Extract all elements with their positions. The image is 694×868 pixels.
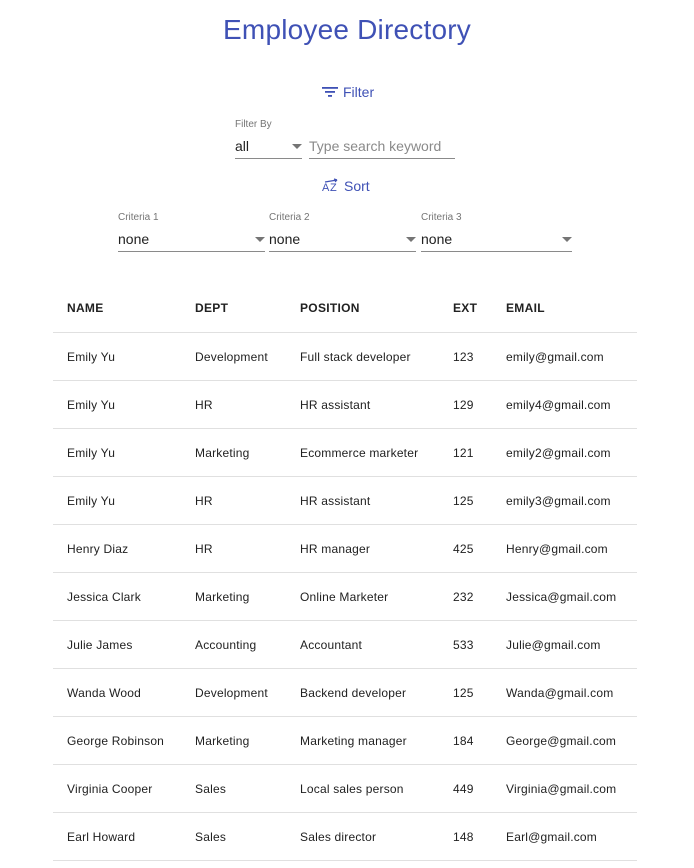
table-header-row: NAME DEPT POSITION EXT EMAIL bbox=[53, 284, 637, 333]
filter-by-value: all bbox=[235, 138, 250, 154]
cell-ext: 123 bbox=[439, 332, 492, 381]
cell-position: HR manager bbox=[286, 524, 439, 573]
table-row[interactable]: Wanda Wood Development Backend developer 12… bbox=[53, 668, 637, 717]
cell-email: George@gmail.com bbox=[492, 716, 637, 765]
svg-text:Z: Z bbox=[330, 182, 337, 194]
column-header-ext[interactable]: EXT bbox=[439, 284, 492, 333]
cell-ext: 184 bbox=[439, 716, 492, 765]
filter-button-label: Filter bbox=[343, 84, 375, 100]
criteria-1-value: none bbox=[118, 231, 150, 247]
cell-email: emily@gmail.com bbox=[492, 332, 637, 381]
cell-dept: Development bbox=[181, 332, 286, 381]
criteria-1-select[interactable]: none bbox=[118, 227, 265, 252]
cell-position: Full stack developer bbox=[286, 332, 439, 381]
cell-email: emily2@gmail.com bbox=[492, 428, 637, 477]
table-row[interactable]: Emily Yu HR HR assistant 125 emily3@gmail.co… bbox=[53, 476, 637, 525]
filter-list-icon bbox=[321, 85, 339, 99]
table-row[interactable]: Earl Howard Sales Sales director 148 Earl@gm… bbox=[53, 812, 637, 861]
filter-by-label: Filter By bbox=[235, 119, 272, 130]
criteria-3-label: Criteria 3 bbox=[421, 212, 462, 223]
svg-text:A: A bbox=[322, 182, 330, 194]
cell-dept: HR bbox=[181, 524, 286, 573]
cell-name: Wanda Wood bbox=[53, 668, 181, 717]
cell-email: Henry@gmail.com bbox=[492, 524, 637, 573]
cell-position: Ecommerce marketer bbox=[286, 428, 439, 477]
column-header-email[interactable]: EMAIL bbox=[492, 284, 637, 333]
table-row[interactable]: Jessica Clark Marketing Online Marketer 232… bbox=[53, 572, 637, 621]
cell-name: Virginia Cooper bbox=[53, 764, 181, 813]
criteria-2-value: none bbox=[269, 231, 301, 247]
cell-name: Henry Diaz bbox=[53, 524, 181, 573]
table-row[interactable]: Emily Yu Marketing Ecommerce marketer 121 em… bbox=[53, 428, 637, 477]
sort-button[interactable]: A Z Sort bbox=[322, 178, 370, 194]
table-row[interactable]: George Robinson Marketing Marketing manage… bbox=[53, 716, 637, 765]
cell-position: Local sales person bbox=[286, 764, 439, 813]
criteria-3-value: none bbox=[421, 231, 453, 247]
table-row[interactable]: Julie James Accounting Accountant 533 Julie@… bbox=[53, 620, 637, 669]
table-row[interactable]: Emily Yu HR HR assistant 129 emily4@gmail.co… bbox=[53, 380, 637, 429]
chevron-down-icon bbox=[255, 237, 265, 242]
cell-ext: 425 bbox=[439, 524, 492, 573]
cell-ext: 129 bbox=[439, 380, 492, 429]
cell-dept: HR bbox=[181, 380, 286, 429]
cell-email: Virginia@gmail.com bbox=[492, 764, 637, 813]
table-row[interactable]: Emily Yu Development Full stack developer 1… bbox=[53, 332, 637, 381]
cell-dept: Marketing bbox=[181, 716, 286, 765]
cell-name: George Robinson bbox=[53, 716, 181, 765]
cell-name: Emily Yu bbox=[53, 428, 181, 477]
cell-name: Emily Yu bbox=[53, 380, 181, 429]
cell-position: Marketing manager bbox=[286, 716, 439, 765]
cell-email: emily4@gmail.com bbox=[492, 380, 637, 429]
cell-email: Earl@gmail.com bbox=[492, 812, 637, 861]
cell-ext: 121 bbox=[439, 428, 492, 477]
cell-ext: 125 bbox=[439, 476, 492, 525]
cell-position: Sales director bbox=[286, 812, 439, 861]
search-input[interactable] bbox=[309, 134, 455, 159]
cell-email: Julie@gmail.com bbox=[492, 620, 637, 669]
table-row[interactable]: Henry Diaz HR HR manager 425 Henry@gmail.com bbox=[53, 524, 637, 573]
cell-dept: Sales bbox=[181, 812, 286, 861]
criteria-2-label: Criteria 2 bbox=[269, 212, 310, 223]
column-header-name[interactable]: NAME bbox=[53, 284, 181, 333]
page-title: Employee Directory bbox=[223, 14, 471, 45]
cell-dept: Accounting bbox=[181, 620, 286, 669]
cell-dept: Marketing bbox=[181, 572, 286, 621]
cell-name: Earl Howard bbox=[53, 812, 181, 861]
cell-email: Jessica@gmail.com bbox=[492, 572, 637, 621]
filter-button[interactable]: Filter bbox=[321, 84, 374, 100]
sort-by-alpha-icon: A Z bbox=[322, 178, 340, 194]
cell-position: Accountant bbox=[286, 620, 439, 669]
cell-ext: 232 bbox=[439, 572, 492, 621]
cell-name: Emily Yu bbox=[53, 476, 181, 525]
criteria-3-select[interactable]: none bbox=[421, 227, 572, 252]
cell-position: HR assistant bbox=[286, 476, 439, 525]
cell-email: emily3@gmail.com bbox=[492, 476, 637, 525]
cell-position: Backend developer bbox=[286, 668, 439, 717]
chevron-down-icon bbox=[562, 237, 572, 242]
cell-ext: 125 bbox=[439, 668, 492, 717]
cell-name: Emily Yu bbox=[53, 332, 181, 381]
criteria-2-select[interactable]: none bbox=[269, 227, 416, 252]
cell-name: Jessica Clark bbox=[53, 572, 181, 621]
cell-position: HR assistant bbox=[286, 380, 439, 429]
cell-dept: Development bbox=[181, 668, 286, 717]
sort-button-label: Sort bbox=[344, 178, 370, 194]
column-header-position[interactable]: POSITION bbox=[286, 284, 439, 333]
table-row[interactable]: Virginia Cooper Sales Local sales person 44… bbox=[53, 764, 637, 813]
cell-email: Wanda@gmail.com bbox=[492, 668, 637, 717]
column-header-dept[interactable]: DEPT bbox=[181, 284, 286, 333]
chevron-down-icon bbox=[406, 237, 416, 242]
cell-dept: HR bbox=[181, 476, 286, 525]
employee-table: NAME DEPT POSITION EXT EMAIL Emily Yu Dev… bbox=[53, 284, 637, 861]
chevron-down-icon bbox=[292, 144, 302, 149]
cell-position: Online Marketer bbox=[286, 572, 439, 621]
criteria-1-label: Criteria 1 bbox=[118, 212, 159, 223]
cell-dept: Sales bbox=[181, 764, 286, 813]
cell-ext: 533 bbox=[439, 620, 492, 669]
cell-ext: 148 bbox=[439, 812, 492, 861]
cell-name: Julie James bbox=[53, 620, 181, 669]
cell-dept: Marketing bbox=[181, 428, 286, 477]
cell-ext: 449 bbox=[439, 764, 492, 813]
filter-by-select[interactable]: all bbox=[235, 134, 302, 159]
